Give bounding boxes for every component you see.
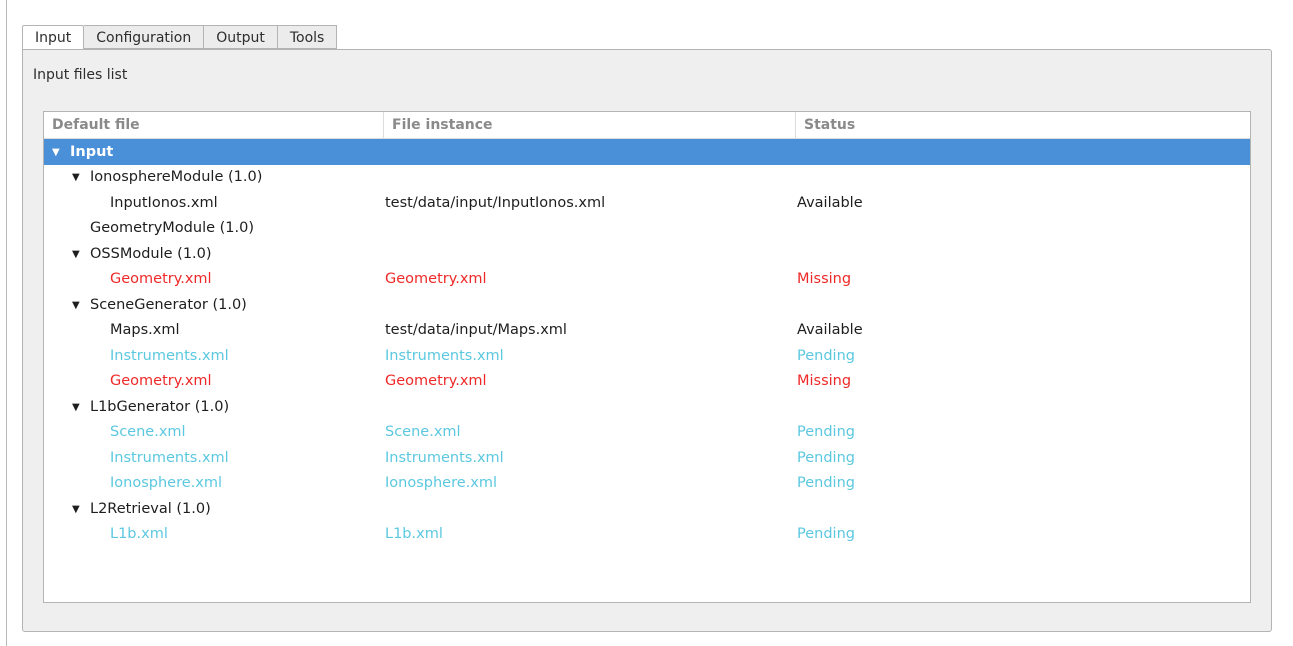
status-cell: Available bbox=[797, 194, 863, 211]
default-file-label: Instruments.xml bbox=[110, 347, 229, 364]
default-file-cell: Scene.xml bbox=[44, 424, 384, 440]
file-instance-cell: Instruments.xml bbox=[385, 347, 504, 364]
column-header-status[interactable]: Status bbox=[796, 112, 1250, 138]
column-header-file-instance[interactable]: File instance bbox=[384, 112, 796, 138]
column-header-default-file[interactable]: Default file bbox=[44, 112, 384, 138]
tab-bar: Input Configuration Output Tools bbox=[22, 25, 338, 50]
input-tab-panel: Input files list Default file File insta… bbox=[22, 49, 1272, 632]
tree-header: Default file File instance Status bbox=[44, 112, 1250, 139]
default-file-cell: Geometry.xml bbox=[44, 373, 384, 389]
default-file-label: Scene.xml bbox=[110, 424, 186, 441]
file-instance-cell: Geometry.xml bbox=[385, 271, 487, 288]
tree-root-label: Input bbox=[70, 143, 114, 160]
expand-arrow-icon[interactable]: ▼ bbox=[72, 300, 90, 311]
status-cell: Pending bbox=[797, 347, 855, 364]
default-file-label: Instruments.xml bbox=[110, 449, 229, 466]
tree-group-row[interactable]: ▼ SceneGenerator (1.0) bbox=[44, 292, 1250, 318]
input-files-tree[interactable]: Default file File instance Status ▼ Input… bbox=[43, 111, 1251, 603]
tab-configuration[interactable]: Configuration bbox=[84, 25, 205, 49]
tree-root-cell: ▼ Input bbox=[44, 144, 384, 160]
tab-output[interactable]: Output bbox=[204, 25, 278, 49]
default-file-cell: GeometryModule (1.0) bbox=[44, 220, 384, 236]
file-instance-cell: test/data/input/Maps.xml bbox=[385, 322, 567, 339]
default-file-label: Ionosphere.xml bbox=[110, 475, 222, 492]
status-cell: Pending bbox=[797, 526, 855, 543]
default-file-cell: L1b.xml bbox=[44, 526, 384, 542]
status-cell: Pending bbox=[797, 475, 855, 492]
default-file-label: GeometryModule (1.0) bbox=[90, 220, 255, 237]
status-cell: Missing bbox=[797, 373, 852, 390]
tree-file-row[interactable]: Ionosphere.xml Ionosphere.xml Pending bbox=[44, 471, 1250, 497]
default-file-label: Maps.xml bbox=[110, 322, 180, 339]
default-file-cell: ▼ IonosphereModule (1.0) bbox=[44, 169, 384, 185]
file-instance-cell: Geometry.xml bbox=[385, 373, 487, 390]
default-file-label: L1b.xml bbox=[110, 526, 168, 543]
tree-group-row[interactable]: GeometryModule (1.0) bbox=[44, 216, 1250, 242]
default-file-cell: ▼ OSSModule (1.0) bbox=[44, 246, 384, 262]
default-file-label: OSSModule (1.0) bbox=[90, 245, 212, 262]
file-instance-cell: test/data/input/InputIonos.xml bbox=[385, 194, 606, 211]
tree-file-row[interactable]: InputIonos.xml test/data/input/InputIonos… bbox=[44, 190, 1250, 216]
tree-root-row[interactable]: ▼ Input bbox=[44, 139, 1250, 165]
default-file-cell: Ionosphere.xml bbox=[44, 475, 384, 491]
expand-arrow-icon[interactable]: ▼ bbox=[72, 172, 90, 183]
status-cell: Pending bbox=[797, 449, 855, 466]
default-file-cell: ▼ L1bGenerator (1.0) bbox=[44, 399, 384, 415]
file-instance-cell: Ionosphere.xml bbox=[385, 475, 497, 492]
expand-arrow-icon[interactable]: ▼ bbox=[52, 147, 70, 158]
default-file-label: L2Retrieval (1.0) bbox=[90, 500, 211, 517]
tree-group-row[interactable]: ▼ IonosphereModule (1.0) bbox=[44, 165, 1250, 191]
default-file-label: Geometry.xml bbox=[110, 373, 212, 390]
default-file-cell: Instruments.xml bbox=[44, 450, 384, 466]
expand-arrow-icon[interactable]: ▼ bbox=[72, 504, 90, 515]
tree-rows: ▼ IonosphereModule (1.0) InputIonos.xml tes… bbox=[44, 165, 1250, 548]
status-cell: Available bbox=[797, 322, 863, 339]
status-cell: Missing bbox=[797, 271, 852, 288]
default-file-label: InputIonos.xml bbox=[110, 194, 218, 211]
file-instance-cell: L1b.xml bbox=[385, 526, 443, 543]
default-file-label: SceneGenerator (1.0) bbox=[90, 296, 247, 313]
expand-arrow-icon[interactable]: ▼ bbox=[72, 402, 90, 413]
status-cell: Pending bbox=[797, 424, 855, 441]
tree-file-row[interactable]: Instruments.xml Instruments.xml Pending bbox=[44, 343, 1250, 369]
tree-file-row[interactable]: L1b.xml L1b.xml Pending bbox=[44, 522, 1250, 548]
default-file-cell: ▼ L2Retrieval (1.0) bbox=[44, 501, 384, 517]
tree-file-row[interactable]: Instruments.xml Instruments.xml Pending bbox=[44, 445, 1250, 471]
default-file-label: L1bGenerator (1.0) bbox=[90, 398, 230, 415]
tree-group-row[interactable]: ▼ L2Retrieval (1.0) bbox=[44, 496, 1250, 522]
tree-group-row[interactable]: ▼ L1bGenerator (1.0) bbox=[44, 394, 1250, 420]
default-file-cell: Geometry.xml bbox=[44, 271, 384, 287]
tree-group-row[interactable]: ▼ OSSModule (1.0) bbox=[44, 241, 1250, 267]
tree-file-row[interactable]: Geometry.xml Geometry.xml Missing bbox=[44, 267, 1250, 293]
default-file-cell: ▼ SceneGenerator (1.0) bbox=[44, 297, 384, 313]
default-file-label: IonosphereModule (1.0) bbox=[90, 169, 263, 186]
expand-arrow-icon[interactable]: ▼ bbox=[72, 249, 90, 260]
tree-file-row[interactable]: Maps.xml test/data/input/Maps.xml Availabl… bbox=[44, 318, 1250, 344]
tab-input[interactable]: Input bbox=[22, 25, 85, 50]
default-file-cell: Maps.xml bbox=[44, 322, 384, 338]
file-instance-cell: Scene.xml bbox=[385, 424, 461, 441]
tree-file-row[interactable]: Geometry.xml Geometry.xml Missing bbox=[44, 369, 1250, 395]
tab-tools[interactable]: Tools bbox=[277, 25, 338, 49]
default-file-cell: InputIonos.xml bbox=[44, 195, 384, 211]
tree-file-row[interactable]: Scene.xml Scene.xml Pending bbox=[44, 420, 1250, 446]
file-instance-cell: Instruments.xml bbox=[385, 449, 504, 466]
panel-title: Input files list bbox=[33, 67, 128, 83]
default-file-cell: Instruments.xml bbox=[44, 348, 384, 364]
default-file-label: Geometry.xml bbox=[110, 271, 212, 288]
